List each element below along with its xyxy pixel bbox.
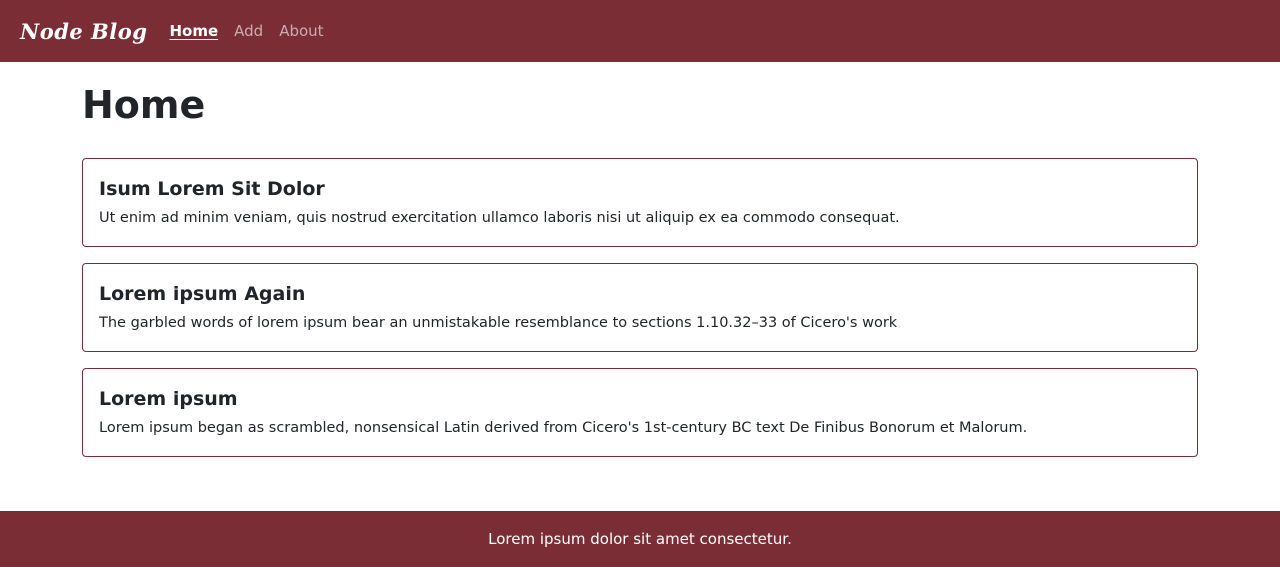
post-snippet: The garbled words of lorem ipsum bear an… bbox=[99, 315, 898, 331]
post-title[interactable]: Lorem ipsum bbox=[99, 386, 1181, 412]
navbar: Node Blog Home Add About bbox=[0, 0, 1280, 62]
post-snippet: Ut enim ad minim veniam, quis nostrud ex… bbox=[99, 210, 900, 226]
main-content: Home Isum Lorem Sit Dolor Ut enim ad min… bbox=[82, 62, 1198, 473]
post-card[interactable]: Lorem ipsum Lorem ipsum began as scrambl… bbox=[82, 368, 1198, 457]
post-snippet: Lorem ipsum began as scrambled, nonsensi… bbox=[99, 420, 1028, 436]
post-card[interactable]: Isum Lorem Sit Dolor Ut enim ad minim ve… bbox=[82, 158, 1198, 247]
brand-logo[interactable]: Node Blog bbox=[20, 19, 147, 44]
nav-link-about[interactable]: About bbox=[279, 22, 323, 40]
page-title: Home bbox=[82, 83, 206, 127]
nav-link-add[interactable]: Add bbox=[234, 22, 263, 40]
post-list: Isum Lorem Sit Dolor Ut enim ad minim ve… bbox=[82, 158, 1198, 457]
post-card[interactable]: Lorem ipsum Again The garbled words of l… bbox=[82, 263, 1198, 352]
footer: Lorem ipsum dolor sit amet consectetur. bbox=[0, 511, 1280, 567]
footer-text: Lorem ipsum dolor sit amet consectetur. bbox=[488, 530, 792, 548]
nav-link-home[interactable]: Home bbox=[169, 22, 218, 40]
post-title[interactable]: Isum Lorem Sit Dolor bbox=[99, 176, 1181, 202]
post-title[interactable]: Lorem ipsum Again bbox=[99, 281, 1181, 307]
